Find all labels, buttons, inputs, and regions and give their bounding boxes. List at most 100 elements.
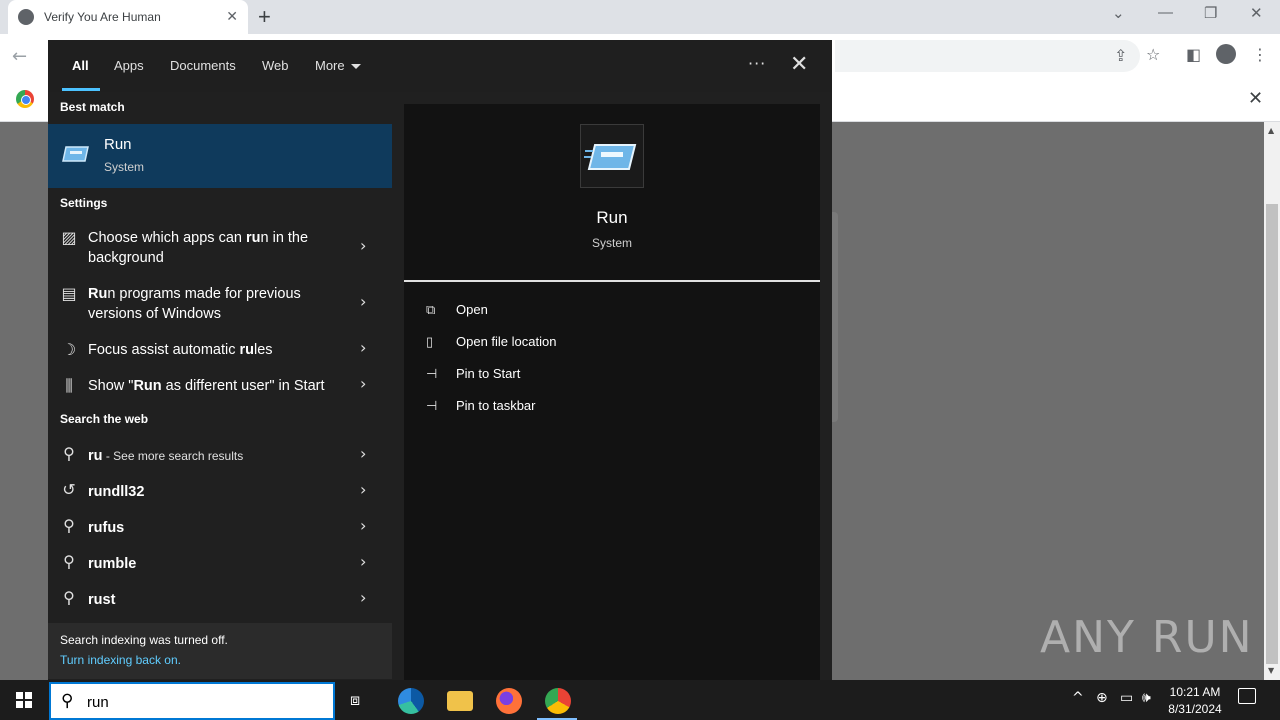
volume-icon[interactable]: 🕪 [1142, 690, 1151, 706]
filter-web[interactable]: Web [262, 58, 289, 73]
best-match-subtitle: System [104, 160, 145, 174]
action-pin-to-taskbar[interactable]: ⊣ Pin to taskbar [426, 398, 536, 414]
indexing-off-text: Search indexing was turned off. [60, 633, 228, 647]
best-match-heading: Best match [60, 100, 125, 114]
share-icon[interactable]: ⇪ [1114, 46, 1127, 65]
panel-close-icon[interactable]: ✕ [790, 52, 808, 77]
preview-subtitle: System [591, 236, 632, 250]
action-open[interactable]: ⧉ Open [426, 302, 488, 318]
web-result-label: rundll32 [88, 484, 145, 500]
taskbar-search-box[interactable]: ⚲ [49, 682, 335, 720]
page-scrollbar[interactable]: ▲ ▼ [1264, 122, 1280, 680]
web-result[interactable]: ⚲ rust › [48, 588, 392, 612]
search-filter-bar: All Apps Documents Web More ··· ✕ [48, 40, 832, 92]
preview-pane: Run System ⧉ Open ▯ Open file location ⊣ Pi… [404, 104, 820, 680]
indexing-notice: Search indexing was turned off. Turn ind… [48, 623, 392, 679]
notification-icon[interactable] [1238, 688, 1256, 704]
web-result[interactable]: ⚲ ru - See more search results › [48, 444, 392, 468]
more-options-icon[interactable]: ··· [748, 54, 766, 73]
settings-result[interactable]: ⫼ Show "Run as different user" in Start … [48, 374, 392, 398]
action-open-file-location[interactable]: ▯ Open file location [426, 334, 556, 350]
open-icon: ⧉ [426, 302, 436, 317]
task-view-icon[interactable]: ⧈ [350, 690, 360, 710]
tab-search-icon[interactable]: ⌄ [1112, 4, 1125, 22]
settings-heading: Settings [60, 196, 108, 210]
info-bar-close-icon[interactable]: ✕ [1248, 88, 1263, 109]
scroll-up-icon[interactable]: ▲ [1268, 126, 1274, 135]
settings-result[interactable]: ☽ Focus assist automatic rules › [48, 338, 392, 362]
web-result-label: ru - See more search results [88, 448, 244, 464]
filter-more-label: More [315, 58, 345, 73]
web-result[interactable]: ⚲ rufus › [48, 516, 392, 540]
taskbar-clock[interactable]: 10:21 AM 8/31/2024 [1162, 684, 1228, 718]
file-explorer-icon[interactable] [447, 691, 473, 711]
chevron-right-icon: › [360, 552, 367, 571]
chevron-right-icon: › [360, 516, 367, 535]
settings-result-label: Focus assist automatic rules [88, 342, 273, 358]
chrome-taskbar-icon[interactable] [545, 688, 571, 714]
scrollbar-thumb[interactable] [1266, 204, 1278, 664]
new-tab-button[interactable]: + [258, 4, 271, 30]
active-filter-indicator [62, 88, 100, 91]
filter-documents[interactable]: Documents [170, 58, 236, 73]
chevron-right-icon: › [360, 480, 367, 499]
globe-icon [18, 9, 34, 25]
edge-icon[interactable] [398, 688, 424, 714]
filter-all[interactable]: All [72, 58, 89, 73]
page-card-edge [832, 212, 838, 422]
device-icon[interactable]: ⊕ [1096, 690, 1108, 706]
anyrun-watermark: ANY RUN [1040, 612, 1254, 663]
action-pin-to-start[interactable]: ⊣ Pin to Start [426, 366, 520, 382]
web-result-label: rumble [88, 556, 137, 572]
preview-name: Run [596, 208, 628, 227]
run-app-large-icon [580, 124, 644, 188]
menu-icon[interactable]: ⋮ [1252, 45, 1268, 64]
start-button[interactable] [16, 692, 32, 708]
settings-result-label: Choose which apps can run in the backgro… [88, 230, 309, 266]
profile-avatar[interactable] [1216, 44, 1236, 64]
tab-close-icon[interactable]: ✕ [226, 9, 238, 25]
chevron-right-icon: › [360, 338, 367, 357]
moon-icon: ☽ [61, 340, 77, 359]
filter-more[interactable]: More [315, 58, 361, 73]
filter-apps[interactable]: Apps [114, 58, 144, 73]
firefox-icon[interactable] [496, 688, 522, 714]
tab-title: Verify You Are Human [44, 10, 161, 24]
history-icon: ↺ [62, 480, 76, 499]
search-icon: ⚲ [61, 691, 74, 711]
windows-logo-icon [16, 692, 23, 699]
restore-button[interactable]: ❐ [1204, 4, 1217, 22]
start-search-panel: All Apps Documents Web More ··· ✕ Best m… [48, 40, 832, 680]
back-icon[interactable]: ← [12, 46, 27, 67]
clock-date: 8/31/2024 [1168, 702, 1222, 716]
search-icon: ⚲ [63, 444, 75, 463]
side-panel-icon[interactable]: ◧ [1186, 45, 1201, 64]
background-apps-icon: ▨ [61, 228, 77, 247]
chevron-right-icon: › [360, 374, 367, 393]
pin-icon: ⊣ [426, 398, 438, 413]
window-close-button[interactable]: ✕ [1250, 4, 1263, 22]
search-input[interactable] [87, 692, 317, 712]
caret-down-icon [350, 64, 361, 70]
search-icon: ⚲ [63, 552, 75, 571]
web-result-label: rufus [88, 520, 125, 536]
chevron-right-icon: › [360, 236, 367, 255]
turn-indexing-on-link[interactable]: Turn indexing back on. [60, 653, 181, 667]
results-list: Best match Run System Settings ▨ Choose … [48, 92, 392, 680]
run-app-icon [62, 146, 89, 162]
preview-divider [404, 280, 820, 282]
show-hidden-icons-icon[interactable]: ^ [1072, 690, 1084, 706]
bookmark-star-icon[interactable]: ☆ [1146, 45, 1160, 64]
browser-tab[interactable]: Verify You Are Human ✕ [8, 0, 248, 34]
scroll-down-icon[interactable]: ▼ [1268, 666, 1274, 675]
search-icon: ⚲ [63, 588, 75, 607]
settings-result[interactable]: ▤ Run programs made for previous version… [48, 282, 392, 326]
minimize-button[interactable]: — [1158, 4, 1173, 21]
best-match-run[interactable]: Run System [48, 124, 392, 188]
settings-result[interactable]: ▨ Choose which apps can run in the backg… [48, 226, 392, 270]
web-result[interactable]: ⚲ rumble › [48, 552, 392, 576]
search-icon: ⚲ [63, 516, 75, 535]
network-icon[interactable]: ▭ [1120, 690, 1133, 706]
web-result[interactable]: ↺ rundll32 › [48, 480, 392, 504]
address-bar[interactable] [835, 40, 1140, 72]
